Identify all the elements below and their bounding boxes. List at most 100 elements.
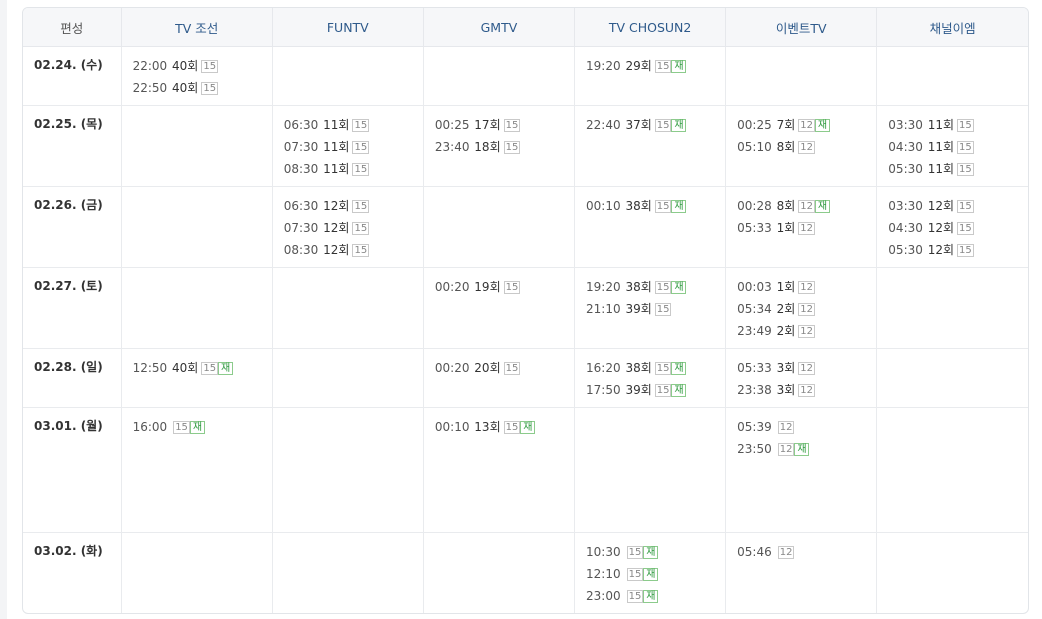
- airing-slot[interactable]: 00:25 7회 12 재: [737, 115, 876, 137]
- episode-number: 1회: [776, 280, 796, 294]
- schedule-date: 02.24. (수): [23, 46, 122, 106]
- airing-time: 23:40: [434, 140, 470, 154]
- age-rating-badge: 15: [654, 362, 672, 375]
- airing-slot[interactable]: 23:00 15 재: [586, 586, 725, 608]
- airing-slot[interactable]: 05:39 12: [737, 417, 876, 439]
- airing-slot[interactable]: 05:30 12회 15: [888, 240, 1028, 262]
- airing-time: 05:30: [888, 162, 923, 176]
- schedule-row: 02.27. (토) 00:20 19회 15 19:20 38회 15 재 21:10 3…: [23, 267, 1028, 349]
- schedule-date: 02.25. (목): [23, 105, 122, 187]
- age-rating-badge: 12: [798, 281, 815, 294]
- airing-slot[interactable]: 23:50 12 재: [737, 439, 876, 461]
- age-rating-badge: 15: [957, 200, 974, 213]
- airing-time: 23:49: [737, 324, 772, 338]
- airing-slot[interactable]: 05:10 8회 12: [737, 137, 876, 159]
- airing-slot[interactable]: 22:50 40회 15: [133, 78, 272, 100]
- airing-slot[interactable]: 05:30 11회 15: [888, 159, 1028, 181]
- age-rating-badge: 15: [201, 82, 219, 95]
- airing-slot[interactable]: 21:10 39회 15: [586, 299, 725, 321]
- airing-slot[interactable]: 19:20 38회 15 재: [586, 277, 725, 299]
- airing-slot[interactable]: 10:30 15 재: [586, 542, 725, 564]
- schedule-row: 02.26. (금) 06:30 12회 15 07:30 12회 15 08:30 12…: [23, 186, 1028, 268]
- airing-slot[interactable]: 00:10 38회 15 재: [586, 196, 725, 218]
- age-rating-badge: 15: [654, 60, 672, 73]
- age-rating-badge: 12: [798, 119, 815, 132]
- airing-slot[interactable]: 12:10 15 재: [586, 564, 725, 586]
- airing-time: 05:33: [737, 221, 772, 235]
- airing-slot[interactable]: 05:34 2회 12: [737, 299, 876, 321]
- schedule-cell: 06:30 12회 15 07:30 12회 15 08:30 12회 15: [272, 186, 424, 268]
- header-channel-gmtv[interactable]: GMTV: [423, 8, 576, 47]
- airing-slot[interactable]: 04:30 11회 15: [888, 137, 1028, 159]
- age-rating-badge: 15: [626, 568, 644, 581]
- schedule-cell: [272, 46, 424, 106]
- airing-time: 19:20: [586, 59, 621, 73]
- airing-slot[interactable]: 19:20 29회 15 재: [586, 56, 725, 78]
- age-rating-badge: 15: [352, 200, 370, 213]
- rerun-badge: 재: [671, 60, 687, 73]
- schedule-cell: 16:20 38회 15 재 17:50 39회 15 재: [574, 348, 727, 408]
- airing-slot[interactable]: 23:40 18회 15: [435, 137, 574, 159]
- schedule-cell: [876, 348, 1028, 408]
- episode-number: 38회: [625, 199, 652, 213]
- age-rating-badge: 15: [503, 119, 521, 132]
- age-rating-badge: 15: [503, 141, 521, 154]
- airing-slot[interactable]: 16:20 38회 15 재: [586, 358, 725, 380]
- schedule-cell: [725, 46, 878, 106]
- airing-slot[interactable]: 23:49 2회 12: [737, 321, 876, 343]
- schedule-cell: 12:50 40회 15 재: [121, 348, 273, 408]
- age-rating-badge: 15: [654, 119, 672, 132]
- episode-number: 19회: [474, 280, 501, 294]
- airing-slot[interactable]: 22:40 37회 15 재: [586, 115, 725, 137]
- airing-time: 22:00: [132, 59, 168, 73]
- airing-slot[interactable]: 06:30 12회 15: [284, 196, 423, 218]
- airing-time: 04:30: [888, 140, 923, 154]
- airing-slot[interactable]: 12:50 40회 15 재: [133, 358, 272, 380]
- schedule-cell: [876, 267, 1028, 349]
- airing-time: 05:30: [888, 243, 923, 257]
- airing-slot[interactable]: 05:33 3회 12: [737, 358, 876, 380]
- airing-slot[interactable]: 05:33 1회 12: [737, 218, 876, 240]
- header-channel-funtv[interactable]: FUNTV: [272, 8, 424, 47]
- airing-slot[interactable]: 04:30 12회 15: [888, 218, 1028, 240]
- schedule-row: 03.01. (월) 16:00 15 재 00:10 13회 15 재 05:39 12 23:…: [23, 407, 1028, 533]
- airing-slot[interactable]: 00:03 1회 12: [737, 277, 876, 299]
- airing-slot[interactable]: 05:46 12: [737, 542, 876, 564]
- airing-slot[interactable]: 06:30 11회 15: [284, 115, 423, 137]
- airing-slot[interactable]: 22:00 40회 15: [133, 56, 272, 78]
- airing-slot[interactable]: 00:28 8회 12 재: [737, 196, 876, 218]
- rerun-badge: 재: [794, 443, 810, 456]
- episode-number: 12회: [927, 243, 955, 257]
- episode-number: 40회: [172, 81, 199, 95]
- airing-time: 05:39: [737, 420, 772, 434]
- schedule-cell: 22:00 40회 15 22:50 40회 15: [121, 46, 273, 106]
- header-channel-tv-chosun2[interactable]: TV CHOSUN2: [574, 8, 727, 47]
- airing-slot[interactable]: 08:30 11회 15: [284, 159, 423, 181]
- schedule-cell: [272, 532, 424, 613]
- airing-slot[interactable]: 23:38 3회 12: [737, 380, 876, 402]
- airing-slot[interactable]: 00:20 19회 15: [435, 277, 574, 299]
- schedule-cell: [121, 186, 273, 268]
- header-channel-tv-chosun[interactable]: TV 조선: [121, 8, 273, 47]
- airing-time: 00:03: [737, 280, 772, 294]
- airing-slot[interactable]: 17:50 39회 15 재: [586, 380, 725, 402]
- schedule-cell: 03:30 12회 15 04:30 12회 15 05:30 12회 15: [876, 186, 1028, 268]
- airing-slot[interactable]: 00:20 20회 15: [435, 358, 574, 380]
- airing-time: 00:25: [737, 118, 772, 132]
- airing-slot[interactable]: 00:10 13회 15 재: [435, 417, 574, 439]
- airing-slot[interactable]: 03:30 11회 15: [888, 115, 1028, 137]
- header-channel-event-tv[interactable]: 이벤트TV: [725, 8, 878, 47]
- airing-slot[interactable]: 03:30 12회 15: [888, 196, 1028, 218]
- age-rating-badge: 12: [798, 303, 815, 316]
- airing-slot[interactable]: 16:00 15 재: [133, 417, 272, 439]
- episode-number: 12회: [323, 199, 350, 213]
- airing-slot[interactable]: 07:30 12회 15: [284, 218, 423, 240]
- schedule-cell: [423, 532, 576, 613]
- airing-slot[interactable]: 00:25 17회 15: [435, 115, 574, 137]
- airing-slot[interactable]: 07:30 11회 15: [284, 137, 423, 159]
- rerun-badge: 재: [671, 119, 687, 132]
- airing-slot[interactable]: 08:30 12회 15: [284, 240, 423, 262]
- header-channel-channel-em[interactable]: 채널이엠: [876, 8, 1028, 47]
- schedule-cell: 10:30 15 재 12:10 15 재 23:00 15 재: [574, 532, 727, 613]
- airing-time: 00:28: [737, 199, 772, 213]
